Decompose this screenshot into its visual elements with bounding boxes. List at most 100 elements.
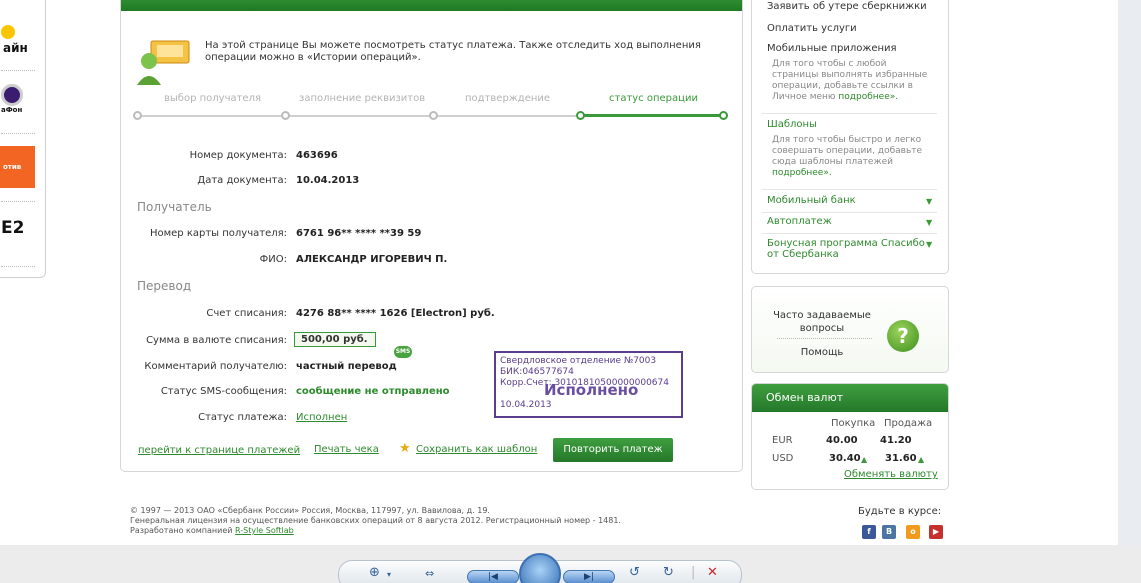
sms-icon: SMS <box>394 346 412 358</box>
progress-steps: выбор получателя заполнение реквизитов п… <box>133 93 728 123</box>
star-icon[interactable]: ★ <box>399 441 411 456</box>
stamp-executed: Исполнено <box>544 381 639 399</box>
browser-page: айн аФон отив E2 На этой странице Вы мож… <box>0 0 1118 545</box>
payment-status-value[interactable]: Исполнен <box>296 412 347 423</box>
payment-status-card: На этой странице Вы можете посмотреть ст… <box>120 0 743 472</box>
step-dot <box>133 111 142 120</box>
fx-currency: USD <box>772 453 794 464</box>
bonus-line: Бонусная программа Спасибо <box>767 238 925 249</box>
fx-sell-header: Продажа <box>884 418 933 429</box>
footer-text: Разработано компанией <box>130 526 236 535</box>
to-payments-link[interactable]: перейти к странице платежей <box>138 445 300 456</box>
provider-label: айн <box>3 41 28 55</box>
odnoklassniki-icon[interactable]: o <box>906 525 920 539</box>
delete-icon[interactable]: ✕ <box>707 565 718 580</box>
fx-sell: 31.60 <box>885 453 917 464</box>
step-dot <box>429 111 438 120</box>
save-template-link[interactable]: Сохранить как шаблон <box>416 444 537 455</box>
bonus-line: от Сбербанка <box>767 249 839 260</box>
actual-size-icon[interactable]: ⇔ <box>425 567 434 580</box>
fx-sell: 41.20 <box>880 435 912 446</box>
arrow-up-icon: ▲ <box>861 455 868 464</box>
previous-icon[interactable]: |◀ <box>467 570 519 583</box>
card-header-bar <box>121 0 742 11</box>
provider-label: E2 <box>1 218 25 238</box>
stamp-date: 10.04.2013 <box>500 400 552 410</box>
rotate-left-icon[interactable]: ↺ <box>629 565 640 580</box>
divider <box>762 233 937 234</box>
account-value: 4276 88** **** 1626 [Electron] руб. <box>296 308 495 319</box>
faq-box[interactable]: Часто задаваемые вопросы Помощь ? <box>751 286 949 373</box>
youtube-icon[interactable]: ▶ <box>929 525 943 539</box>
rotate-right-icon[interactable]: ↻ <box>663 565 674 580</box>
question-icon[interactable]: ? <box>887 320 919 352</box>
next-icon[interactable]: ▶| <box>563 570 615 583</box>
divider <box>762 189 937 190</box>
divider <box>1 70 35 71</box>
more-link[interactable]: подробнее». <box>838 92 898 102</box>
progress-line-active <box>580 114 724 117</box>
doc-number-label: Номер документа: <box>189 150 287 161</box>
fio-label: ФИО: <box>259 254 287 265</box>
comment-value: частный перевод <box>296 361 397 372</box>
step-confirm: подтверждение <box>465 93 551 104</box>
slideshow-icon[interactable] <box>519 553 561 583</box>
mobile-apps-desc: Для того чтобы с любой страницы выполнят… <box>772 59 932 103</box>
divider <box>1 133 35 134</box>
progress-line <box>137 115 592 117</box>
provider-tele2[interactable]: E2 <box>1 218 51 238</box>
provider-motiv[interactable]: отив <box>0 146 35 188</box>
card-number-value: 6761 96** **** **39 59 <box>296 228 422 239</box>
stamp-line: БИК:046577674 <box>500 367 574 377</box>
amount-value: 500,00 руб. <box>294 332 376 347</box>
fx-buy: 30.40 <box>829 453 861 464</box>
mobile-bank-link[interactable]: Мобильный банк <box>767 195 856 206</box>
transfer-section-title: Перевод <box>137 279 192 293</box>
vk-icon[interactable]: B <box>882 525 896 539</box>
more-link[interactable]: подробнее». <box>772 168 832 178</box>
step-dot <box>281 111 290 120</box>
fx-buy-header: Покупка <box>831 418 876 429</box>
right-sidebar-menu: Заявить об утере сберкнижки Оплатить усл… <box>751 0 949 274</box>
divider <box>1 201 35 202</box>
print-receipt-link[interactable]: Печать чека <box>314 444 379 455</box>
chevron-down-icon[interactable]: ▼ <box>926 240 932 249</box>
beeline-icon <box>1 25 15 39</box>
desc-text: Для того чтобы быстро и легко совершать … <box>772 135 923 167</box>
facebook-icon[interactable]: f <box>862 525 876 539</box>
viewer-toolbar: ⊕ ▾ ⇔ |◀ ▶| ↺ ↻ | ✕ <box>338 553 742 583</box>
card-number-label: Номер карты получателя: <box>149 228 287 239</box>
pay-services-link[interactable]: Оплатить услуги <box>767 23 857 34</box>
faq-title[interactable]: Часто задаваемые вопросы <box>772 309 872 335</box>
divider <box>777 338 872 339</box>
chevron-down-icon[interactable]: ▼ <box>926 197 932 206</box>
templates-link[interactable]: Шаблоны <box>767 119 817 130</box>
provider-label: аФон <box>1 106 23 114</box>
zoom-icon[interactable]: ⊕ <box>369 565 380 580</box>
step-requisites: заполнение реквизитов <box>299 93 426 104</box>
help-link[interactable]: Помощь <box>772 347 872 358</box>
chevron-down-icon[interactable]: ▼ <box>926 218 932 227</box>
bank-stamp: Свердловское отделение №7003 БИК:0465776… <box>494 351 683 418</box>
social-title: Будьте в курсе: <box>858 506 942 517</box>
step-dot-active <box>576 111 585 120</box>
repeat-payment-button[interactable]: Повторить платеж <box>553 438 673 462</box>
chevron-down-icon[interactable]: ▾ <box>387 570 391 579</box>
payment-status-label: Статус платежа: <box>198 412 287 423</box>
lost-book-link[interactable]: Заявить об утере сберкнижки <box>767 1 927 12</box>
intro-text: На этой странице Вы можете посмотреть ст… <box>205 40 701 63</box>
autopay-link[interactable]: Автоплатеж <box>767 216 832 227</box>
stamp-line: Свердловское отделение №7003 <box>500 356 657 366</box>
sms-status-label: Статус SMS-сообщения: <box>160 386 287 397</box>
footer-line: Генеральная лицензия на осуществление ба… <box>130 516 621 525</box>
sms-status-value: сообщение не отправлено <box>296 386 450 397</box>
bonus-program-link[interactable]: Бонусная программа Спасибо от Сбербанка <box>767 238 925 260</box>
divider <box>762 113 937 114</box>
developer-link[interactable]: R-Style Softlab <box>235 526 294 535</box>
exchange-link[interactable]: Обменять валюту <box>844 469 938 480</box>
mobile-apps-link[interactable]: Мобильные приложения <box>767 43 897 54</box>
account-label: Счет списания: <box>206 308 287 319</box>
scrollbar-track[interactable] <box>1118 0 1141 545</box>
megafon-icon <box>1 84 23 106</box>
provider-label: отив <box>3 163 22 171</box>
